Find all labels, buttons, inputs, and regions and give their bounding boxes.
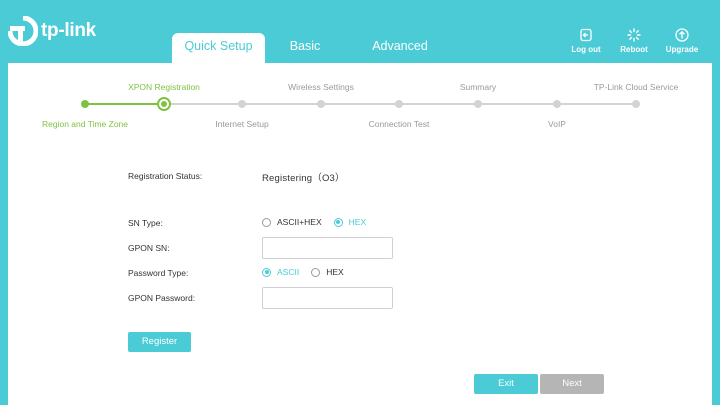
upgrade-label: Upgrade xyxy=(665,45,699,54)
wizard-step-label-region: Region and Time Zone xyxy=(42,119,128,129)
next-button[interactable]: Next xyxy=(540,374,604,394)
tp-link-logo-icon xyxy=(7,15,39,47)
main-panel: Region and Time Zone XPON Registration I… xyxy=(8,63,712,405)
tab-basic[interactable]: Basic xyxy=(265,33,345,63)
sn-type-option-label: ASCII+HEX xyxy=(277,217,322,227)
sn-type-radio-group: ASCII+HEX HEX xyxy=(262,217,378,227)
radio-unchecked-icon xyxy=(262,217,271,227)
password-type-radio-group: ASCII HEX xyxy=(262,267,356,277)
wizard-step-dot-region xyxy=(81,100,89,108)
gpon-password-input[interactable] xyxy=(262,287,393,309)
password-type-option-hex[interactable]: HEX xyxy=(311,267,344,277)
wizard-step-dot-voip xyxy=(553,100,561,108)
wizard-step-dot-summary xyxy=(474,100,482,108)
wizard-step-label-connection: Connection Test xyxy=(368,119,430,129)
gpon-sn-label: GPON SN: xyxy=(128,243,170,253)
header-actions: Log out Reboot Upgrade xyxy=(562,28,706,54)
registration-status-label: Registration Status: xyxy=(128,171,203,181)
logout-button[interactable]: Log out xyxy=(562,28,610,54)
main-tabs: Quick Setup Basic Advanced xyxy=(172,33,455,63)
reboot-label: Reboot xyxy=(620,45,648,54)
radio-unchecked-icon xyxy=(311,267,321,277)
brand-name: tp-link xyxy=(41,20,96,41)
wizard-step-label-cloud: TP-Link Cloud Service xyxy=(593,82,679,92)
wizard-step-label-xpon: XPON Registration xyxy=(128,82,200,92)
tp-link-logo: tp-link xyxy=(7,15,96,47)
logout-icon xyxy=(580,28,592,42)
password-type-option-label: ASCII xyxy=(277,267,300,277)
setup-wizard-progress: Region and Time Zone XPON Registration I… xyxy=(8,63,712,133)
exit-button[interactable]: Exit xyxy=(474,374,538,394)
logout-label: Log out xyxy=(571,45,601,54)
wizard-step-label-internet: Internet Setup xyxy=(215,119,269,129)
reboot-icon xyxy=(627,28,641,42)
password-type-option-ascii[interactable]: ASCII xyxy=(262,267,299,277)
sn-type-option-hex[interactable]: HEX xyxy=(333,217,367,227)
wizard-step-dot-cloud xyxy=(632,100,640,108)
register-button[interactable]: Register xyxy=(128,332,191,352)
wizard-step-label-voip: VoIP xyxy=(548,119,566,129)
wizard-step-label-summary: Summary xyxy=(459,82,497,92)
reboot-button[interactable]: Reboot xyxy=(610,28,658,54)
password-type-label: Password Type: xyxy=(128,268,189,278)
wizard-step-dot-xpon xyxy=(157,97,171,111)
wizard-step-dot-internet xyxy=(238,100,246,108)
sn-type-option-ascii-hex[interactable]: ASCII+HEX xyxy=(262,217,322,227)
password-type-option-label: HEX xyxy=(326,267,344,277)
upgrade-icon xyxy=(675,28,689,42)
registration-status-value: Registering（O3） xyxy=(262,173,345,184)
radio-checked-icon xyxy=(262,267,271,277)
gpon-password-label: GPON Password: xyxy=(128,293,196,303)
sn-type-option-label: HEX xyxy=(348,217,367,227)
wizard-line-done xyxy=(85,103,164,105)
gpon-sn-input[interactable] xyxy=(262,237,393,259)
wizard-step-dot-wireless xyxy=(317,100,325,108)
tab-quick-setup[interactable]: Quick Setup xyxy=(172,33,265,63)
tab-advanced[interactable]: Advanced xyxy=(345,33,455,63)
wizard-step-dot-connection xyxy=(395,100,403,108)
wizard-step-label-wireless: Wireless Settings xyxy=(288,82,354,92)
sn-type-label: SN Type: xyxy=(128,218,163,228)
radio-checked-icon xyxy=(333,217,343,227)
upgrade-button[interactable]: Upgrade xyxy=(658,28,706,54)
